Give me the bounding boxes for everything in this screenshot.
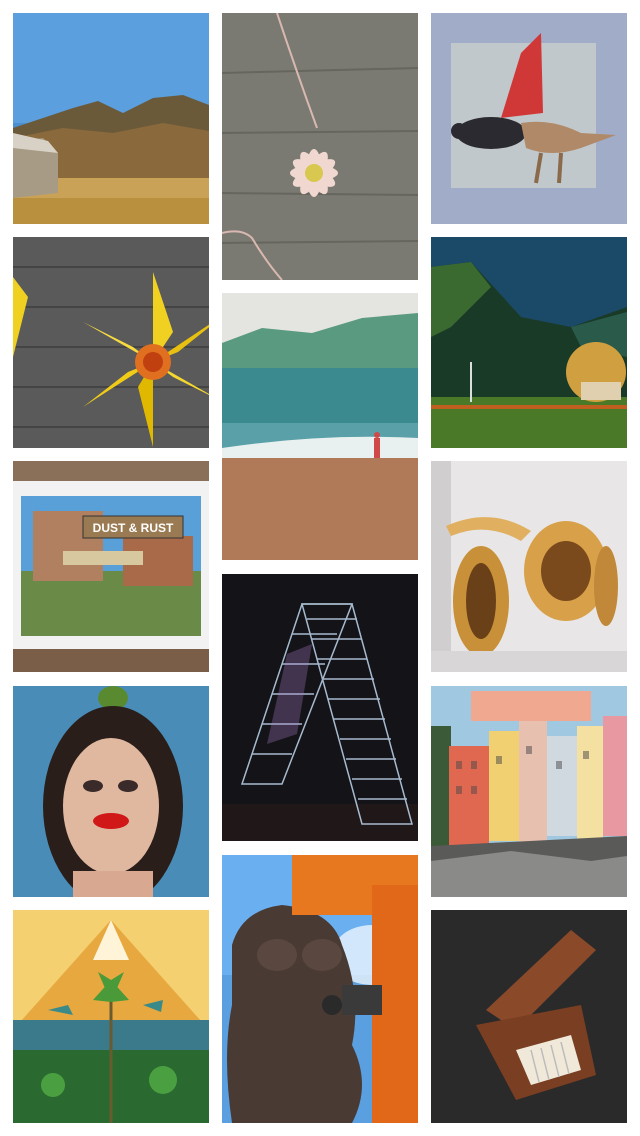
tile-acrylic-sculpture[interactable] xyxy=(222,574,418,841)
green-hills-image xyxy=(431,237,627,448)
tile-music-box[interactable] xyxy=(431,910,627,1123)
tile-beach-painting[interactable] xyxy=(222,293,418,560)
rat-dragon-image xyxy=(431,13,627,224)
tile-mountain-landscape[interactable] xyxy=(13,13,209,224)
tile-rat-dragon[interactable] xyxy=(431,13,627,224)
sign-painting-image: DUST & RUST xyxy=(13,461,209,672)
beach-image xyxy=(222,293,418,560)
portrait-image xyxy=(13,686,209,897)
tile-portrait-painting[interactable] xyxy=(13,686,209,897)
tile-dust-rust-sign[interactable]: DUST & RUST xyxy=(13,461,209,672)
tile-cinque-terre[interactable] xyxy=(431,686,627,897)
necklace-image xyxy=(222,13,418,280)
music-box-image xyxy=(431,910,627,1123)
sign-text: DUST & RUST xyxy=(93,521,174,535)
tile-mountain-palm-painting[interactable] xyxy=(13,910,209,1123)
tile-green-hills[interactable] xyxy=(431,237,627,448)
mountain-palm-image xyxy=(13,910,209,1123)
acrylic-image xyxy=(222,574,418,841)
daffodil-image xyxy=(13,237,209,448)
tile-stone-torso[interactable] xyxy=(222,855,418,1123)
tile-pendant-necklace[interactable] xyxy=(222,13,418,280)
cinque-terre-image xyxy=(431,686,627,897)
torso-image xyxy=(222,855,418,1123)
wood-sculpture-image xyxy=(431,461,627,672)
landscape-image xyxy=(13,13,209,224)
tile-daffodil-pinwheels[interactable] xyxy=(13,237,209,448)
tile-wood-sculpture[interactable] xyxy=(431,461,627,672)
